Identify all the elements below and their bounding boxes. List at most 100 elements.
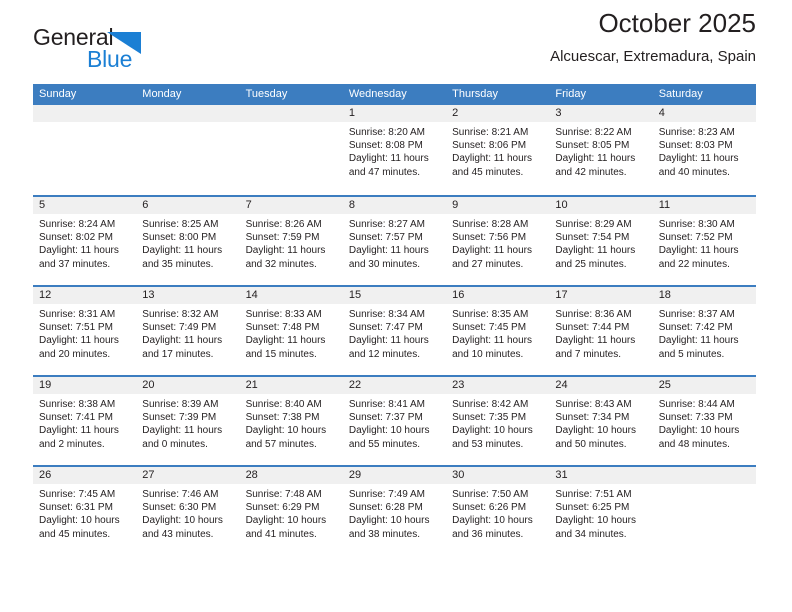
sunset-text: Sunset: 6:25 PM <box>555 502 630 514</box>
sunset-text: Sunset: 8:08 PM <box>348 140 423 152</box>
daylight-text: Daylight: 11 hours and 7 minutes. <box>555 335 636 360</box>
day-sun-info: Sunrise: 8:26 AM Sunset: 7:59 PM Daylight:… <box>240 214 343 271</box>
calendar-week-row: 12 Sunrise: 8:31 AM Sunset: 7:51 PM Dayligh… <box>33 285 756 375</box>
sunset-text: Sunset: 7:48 PM <box>245 322 320 334</box>
day-sun-info: Sunrise: 8:24 AM Sunset: 8:02 PM Daylight:… <box>33 214 136 271</box>
sunrise-text: Sunrise: 8:30 AM <box>658 219 735 230</box>
daylight-text: Daylight: 11 hours and 35 minutes. <box>142 245 223 270</box>
day-sun-info: Sunrise: 8:20 AM Sunset: 8:08 PM Daylight:… <box>343 122 446 179</box>
calendar-day-cell[interactable]: 12 Sunrise: 8:31 AM Sunset: 7:51 PM Dayligh… <box>33 287 137 375</box>
calendar-day-cell[interactable]: 13 Sunrise: 8:32 AM Sunset: 7:49 PM Dayligh… <box>136 287 240 375</box>
day-sun-info: Sunrise: 7:48 AM Sunset: 6:29 PM Daylight:… <box>240 484 343 541</box>
weekday-sunday: Sunday <box>39 88 77 100</box>
calendar-day-cell[interactable]: 9 Sunrise: 8:28 AM Sunset: 7:56 PM Daylight… <box>446 197 550 285</box>
day-number: 16 <box>446 287 550 304</box>
day-sun-info: Sunrise: 8:38 AM Sunset: 7:41 PM Daylight:… <box>33 394 136 451</box>
calendar-day-cell[interactable]: 2 Sunrise: 8:21 AM Sunset: 8:06 PM Daylight… <box>446 105 550 195</box>
daylight-text: Daylight: 10 hours and 57 minutes. <box>245 425 327 450</box>
calendar-day-cell[interactable]: 31 Sunrise: 7:51 AM Sunset: 6:25 PM Dayligh… <box>549 467 653 555</box>
day-sun-info: Sunrise: 8:41 AM Sunset: 7:37 PM Daylight:… <box>343 394 446 451</box>
day-number: 11 <box>652 197 756 214</box>
daylight-text: Daylight: 10 hours and 38 minutes. <box>348 515 430 540</box>
calendar-day-cell[interactable]: 25 Sunrise: 8:44 AM Sunset: 7:33 PM Dayligh… <box>652 377 756 465</box>
calendar-day-cell[interactable]: 28 Sunrise: 7:48 AM Sunset: 6:29 PM Dayligh… <box>239 467 343 555</box>
calendar-day-cell-empty <box>136 105 240 195</box>
sunset-text: Sunset: 6:26 PM <box>452 502 527 514</box>
calendar-day-cell[interactable]: 26 Sunrise: 7:45 AM Sunset: 6:31 PM Dayligh… <box>33 467 137 555</box>
calendar-day-cell-empty <box>33 105 137 195</box>
calendar-day-cell[interactable]: 22 Sunrise: 8:41 AM Sunset: 7:37 PM Dayligh… <box>342 377 447 465</box>
sunrise-text: Sunrise: 7:50 AM <box>452 489 529 500</box>
sunrise-text: Sunrise: 7:51 AM <box>555 489 632 500</box>
day-sun-info: Sunrise: 8:40 AM Sunset: 7:38 PM Daylight:… <box>240 394 343 451</box>
daylight-text: Daylight: 11 hours and 15 minutes. <box>245 335 326 360</box>
daylight-text: Daylight: 11 hours and 20 minutes. <box>39 335 119 360</box>
calendar-day-cell[interactable]: 16 Sunrise: 8:35 AM Sunset: 7:45 PM Dayligh… <box>446 287 550 375</box>
day-sun-info: Sunrise: 7:50 AM Sunset: 6:26 PM Daylight:… <box>446 484 549 541</box>
calendar-day-cell[interactable]: 1 Sunrise: 8:20 AM Sunset: 8:08 PM Daylight… <box>342 105 447 195</box>
calendar-day-cell[interactable]: 29 Sunrise: 7:49 AM Sunset: 6:28 PM Dayligh… <box>342 467 447 555</box>
day-number <box>239 105 343 122</box>
calendar-day-cell[interactable]: 11 Sunrise: 8:30 AM Sunset: 7:52 PM Dayligh… <box>652 197 756 285</box>
daylight-text: Daylight: 11 hours and 42 minutes. <box>555 153 636 178</box>
sunrise-text: Sunrise: 8:21 AM <box>452 127 529 138</box>
day-number <box>652 467 756 484</box>
daylight-text: Daylight: 10 hours and 50 minutes. <box>555 425 637 450</box>
sunrise-text: Sunrise: 8:36 AM <box>555 309 632 320</box>
day-sun-info: Sunrise: 8:35 AM Sunset: 7:45 PM Daylight:… <box>446 304 549 361</box>
day-number: 26 <box>33 467 137 484</box>
calendar-day-cell[interactable]: 27 Sunrise: 7:46 AM Sunset: 6:30 PM Dayligh… <box>136 467 240 555</box>
calendar-day-cell[interactable]: 18 Sunrise: 8:37 AM Sunset: 7:42 PM Dayligh… <box>652 287 756 375</box>
calendar-day-cell[interactable]: 6 Sunrise: 8:25 AM Sunset: 8:00 PM Daylight… <box>136 197 240 285</box>
calendar-day-cell[interactable]: 4 Sunrise: 8:23 AM Sunset: 8:03 PM Daylight… <box>652 105 756 195</box>
daylight-text: Daylight: 11 hours and 22 minutes. <box>658 245 739 270</box>
sunrise-text: Sunrise: 8:28 AM <box>452 219 529 230</box>
day-number: 8 <box>342 197 447 214</box>
page-title: October 2025 <box>598 8 756 38</box>
calendar-day-cell[interactable]: 24 Sunrise: 8:43 AM Sunset: 7:34 PM Dayligh… <box>549 377 653 465</box>
weekday-wednesday: Wednesday <box>348 88 407 100</box>
calendar-day-cell[interactable]: 10 Sunrise: 8:29 AM Sunset: 7:54 PM Dayligh… <box>549 197 653 285</box>
daylight-text: Daylight: 11 hours and 45 minutes. <box>452 153 532 178</box>
day-number: 25 <box>652 377 756 394</box>
sunrise-text: Sunrise: 8:40 AM <box>245 399 322 410</box>
sunrise-text: Sunrise: 8:23 AM <box>658 127 735 138</box>
daylight-text: Daylight: 11 hours and 2 minutes. <box>39 425 119 450</box>
calendar-day-cell[interactable]: 20 Sunrise: 8:39 AM Sunset: 7:39 PM Dayligh… <box>136 377 240 465</box>
page-header: General Blue October 2025 Alcuescar, Ext… <box>33 0 756 78</box>
sunset-text: Sunset: 7:47 PM <box>348 322 423 334</box>
calendar-day-cell[interactable]: 14 Sunrise: 8:33 AM Sunset: 7:48 PM Dayligh… <box>239 287 343 375</box>
calendar-day-cell[interactable]: 3 Sunrise: 8:22 AM Sunset: 8:05 PM Daylight… <box>549 105 653 195</box>
day-number: 28 <box>239 467 343 484</box>
sunrise-text: Sunrise: 7:46 AM <box>142 489 219 500</box>
day-number: 17 <box>549 287 653 304</box>
day-number: 14 <box>239 287 343 304</box>
logo-text-blue: Blue <box>87 46 133 72</box>
sunrise-text: Sunrise: 8:26 AM <box>245 219 322 230</box>
sunset-text: Sunset: 8:00 PM <box>142 232 217 244</box>
daylight-text: Daylight: 11 hours and 32 minutes. <box>245 245 326 270</box>
calendar-day-cell[interactable]: 17 Sunrise: 8:36 AM Sunset: 7:44 PM Dayligh… <box>549 287 653 375</box>
day-number: 21 <box>239 377 343 394</box>
calendar-day-cell[interactable]: 21 Sunrise: 8:40 AM Sunset: 7:38 PM Dayligh… <box>239 377 343 465</box>
day-sun-info: Sunrise: 7:46 AM Sunset: 6:30 PM Daylight:… <box>136 484 239 541</box>
day-sun-info: Sunrise: 8:43 AM Sunset: 7:34 PM Daylight:… <box>549 394 652 451</box>
calendar-day-cell[interactable]: 7 Sunrise: 8:26 AM Sunset: 7:59 PM Daylight… <box>239 197 343 285</box>
calendar-day-cell[interactable]: 19 Sunrise: 8:38 AM Sunset: 7:41 PM Dayligh… <box>33 377 137 465</box>
calendar-day-cell[interactable]: 23 Sunrise: 8:42 AM Sunset: 7:35 PM Dayligh… <box>446 377 550 465</box>
sunrise-text: Sunrise: 8:33 AM <box>245 309 322 320</box>
weekday-monday: Monday <box>142 88 182 100</box>
day-number: 22 <box>342 377 447 394</box>
calendar-day-cell[interactable]: 8 Sunrise: 8:27 AM Sunset: 7:57 PM Daylight… <box>342 197 447 285</box>
generalblue-logo[interactable]: General Blue <box>33 26 233 80</box>
day-sun-info: Sunrise: 8:21 AM Sunset: 8:06 PM Daylight:… <box>446 122 549 179</box>
daylight-text: Daylight: 11 hours and 47 minutes. <box>348 153 429 178</box>
daylight-text: Daylight: 11 hours and 12 minutes. <box>348 335 429 360</box>
day-sun-info: Sunrise: 7:49 AM Sunset: 6:28 PM Daylight:… <box>343 484 446 541</box>
calendar-day-cell[interactable]: 15 Sunrise: 8:34 AM Sunset: 7:47 PM Dayligh… <box>342 287 447 375</box>
day-sun-info: Sunrise: 8:23 AM Sunset: 8:03 PM Daylight:… <box>653 122 756 179</box>
sunset-text: Sunset: 8:02 PM <box>39 232 113 244</box>
calendar-day-cell[interactable]: 30 Sunrise: 7:50 AM Sunset: 6:26 PM Dayligh… <box>446 467 550 555</box>
sunrise-text: Sunrise: 8:27 AM <box>348 219 425 230</box>
calendar-day-cell[interactable]: 5 Sunrise: 8:24 AM Sunset: 8:02 PM Daylight… <box>33 197 137 285</box>
